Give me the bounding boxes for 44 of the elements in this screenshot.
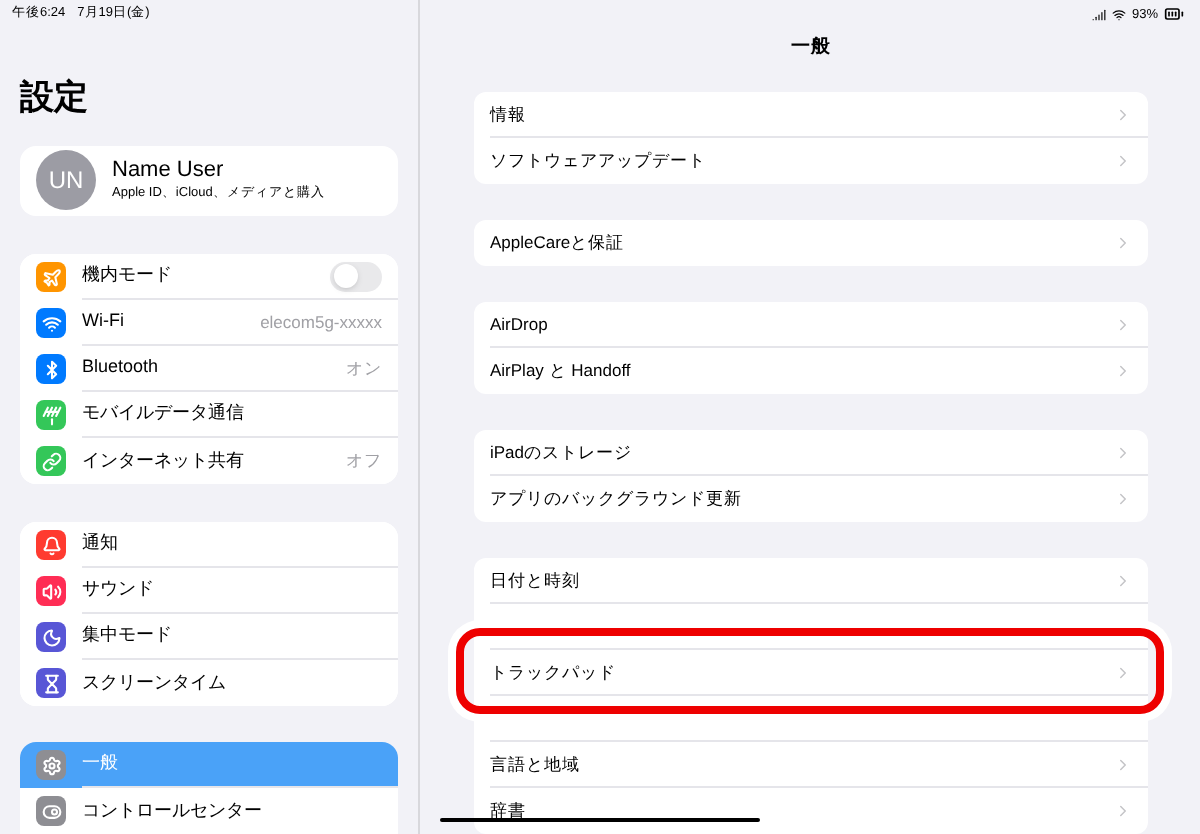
chevron-icon: [1114, 755, 1132, 773]
item-label: Wi-Fi: [82, 308, 126, 335]
profile-name: Name User: [112, 157, 226, 184]
item-label: 一般: [82, 750, 120, 777]
item-label: モバイルデータ通信: [82, 400, 246, 427]
chevron-icon: [1114, 362, 1132, 380]
chevron-icon: [1114, 234, 1132, 252]
chevron-icon: [1114, 315, 1132, 333]
row-label[interactable]: ソフトウェアアップデート: [490, 148, 1114, 174]
item-label: スクリーンタイム: [82, 669, 228, 696]
battery-icon: [1164, 4, 1184, 25]
avatar: UN: [36, 150, 96, 211]
row-label[interactable]: AppleCareと保証: [490, 230, 1114, 256]
item-value: オン: [346, 355, 382, 381]
row-label[interactable]: 情報: [490, 101, 1114, 127]
item-label: 集中モード: [82, 622, 174, 649]
chevron-icon: [1114, 105, 1132, 123]
item-label: サウンド: [82, 576, 156, 603]
toggle-switch[interactable]: [330, 261, 382, 291]
chevron-icon: [1114, 152, 1132, 170]
row-label[interactable]: iPadのストレージ: [490, 439, 1114, 465]
row-label[interactable]: 言語と地域: [490, 751, 1114, 777]
item-label: コントロールセンター: [82, 797, 264, 824]
item-label: 機内モード: [82, 262, 174, 289]
page-title: 設定: [20, 77, 90, 118]
chevron-icon: [1114, 490, 1132, 508]
item-label: インターネット共有: [82, 447, 246, 474]
row-label[interactable]: 日付と時刻: [490, 567, 1114, 593]
row-label[interactable]: AirDrop: [490, 311, 1114, 337]
item-label: Bluetooth: [82, 354, 161, 381]
row-label[interactable]: AirPlay と Handoff: [490, 358, 1114, 384]
row-label[interactable]: 辞書: [490, 798, 1114, 824]
detail-title: 一般: [791, 33, 831, 62]
chevron-icon: [1114, 663, 1132, 681]
wifi-icon: [1111, 7, 1126, 22]
chevron-icon: [1114, 802, 1132, 820]
item-label: 通知: [82, 530, 120, 557]
chevron-icon: [1114, 571, 1132, 589]
chevron-icon: [1114, 443, 1132, 461]
row-label[interactable]: アプリのバックグラウンド更新: [490, 486, 1114, 512]
signal-icon: [1091, 7, 1106, 22]
row-label[interactable]: トラックパッド: [490, 659, 1114, 685]
item-value: オフ: [346, 448, 382, 474]
item-value: elecom5g-xxxxx: [260, 309, 382, 335]
